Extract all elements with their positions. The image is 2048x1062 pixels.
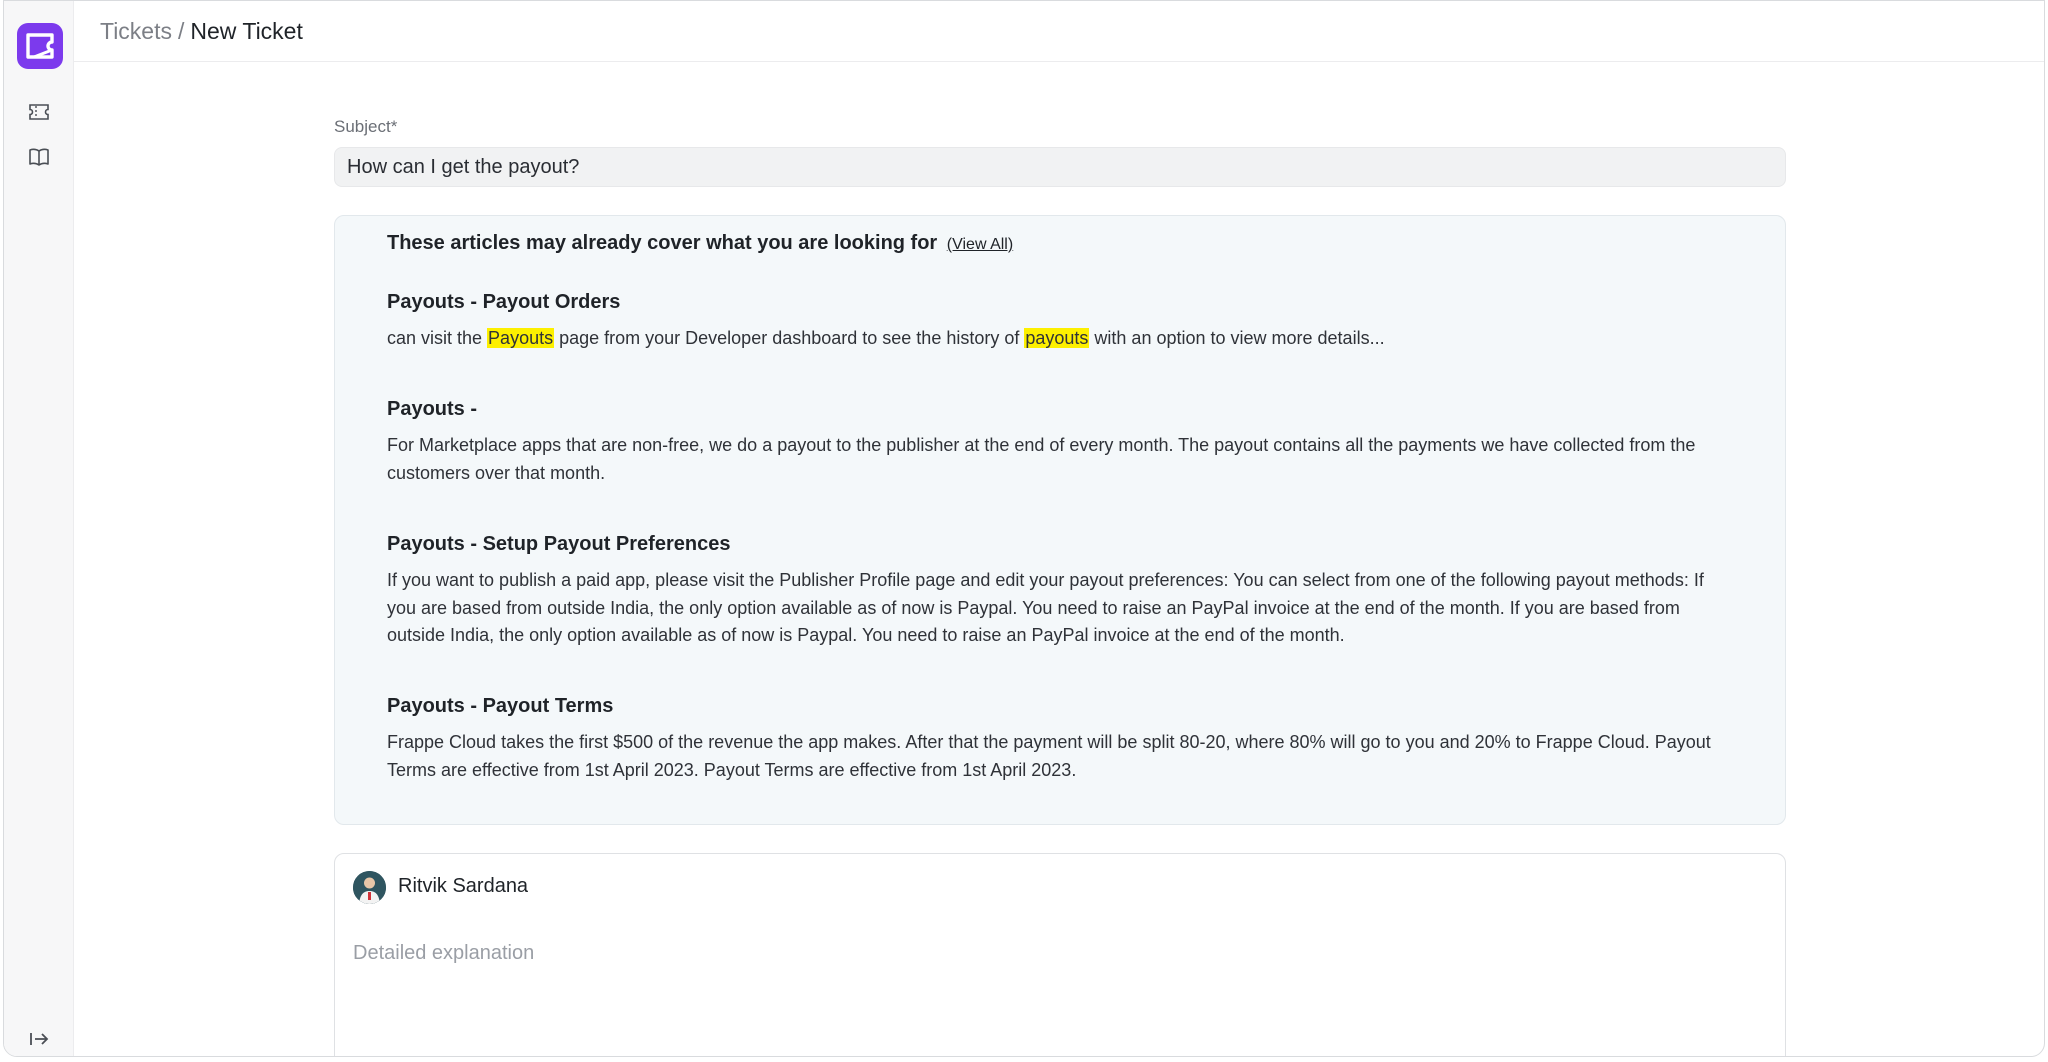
description-placeholder[interactable]: Detailed explanation — [353, 942, 534, 965]
search-highlight: Payouts — [487, 328, 555, 348]
book-open-icon[interactable] — [26, 144, 52, 170]
breadcrumb-separator: / — [178, 18, 185, 44]
avatar — [353, 871, 386, 904]
suggested-articles-heading-text: These articles may already cover what yo… — [387, 232, 938, 254]
breadcrumb: Tickets / New Ticket — [100, 17, 303, 45]
view-all-link[interactable]: (View All) — [947, 236, 1013, 253]
article-excerpt: Frappe Cloud takes the first $500 of the… — [387, 732, 1711, 780]
suggested-articles-heading: These articles may already cover what yo… — [387, 232, 1013, 255]
description-editor[interactable]: Ritvik Sardana Detailed explanation — [334, 853, 1786, 1056]
app-window: Tickets/New Ticket Subject* These articl… — [3, 0, 2045, 1057]
suggested-articles-panel: These articles may already cover what yo… — [334, 215, 1786, 825]
subject-input[interactable] — [334, 147, 1786, 187]
article-title[interactable]: Payouts - Payout Terms — [387, 693, 1727, 719]
excerpt-text: with an option to view more details... — [1089, 328, 1385, 348]
helpdesk-logo-icon[interactable] — [17, 23, 63, 69]
article-title[interactable]: Payouts - Setup Payout Preferences — [387, 531, 1727, 557]
excerpt-text: page from your Developer dashboard to se… — [554, 328, 1025, 348]
excerpt-text: can visit the — [387, 328, 488, 348]
article-excerpt: If you want to publish a paid app, pleas… — [387, 570, 1704, 645]
article-item[interactable]: Payouts - Payout Terms Frappe Cloud take… — [387, 693, 1727, 784]
article-title[interactable]: Payouts - — [387, 396, 1727, 422]
top-bar: Tickets / New Ticket — [74, 1, 2044, 62]
article-title[interactable]: Payouts - Payout Orders — [387, 289, 1727, 315]
subject-label: Subject* — [334, 117, 398, 136]
collapse-sidebar-icon[interactable] — [26, 1026, 52, 1052]
page-title: New Ticket — [190, 18, 303, 44]
article-excerpt: can visit the Payouts page from your Dev… — [387, 325, 1727, 353]
sidebar — [4, 1, 74, 1056]
article-item[interactable]: Payouts - Setup Payout Preferences If yo… — [387, 531, 1727, 650]
article-item[interactable]: Payouts - Payout Orders can visit the Pa… — [387, 289, 1727, 353]
search-highlight: payouts — [1024, 328, 1090, 348]
article-excerpt: For Marketplace apps that are non-free, … — [387, 435, 1696, 483]
ticket-icon[interactable] — [26, 99, 52, 125]
article-item[interactable]: Payouts - For Marketplace apps that are … — [387, 396, 1727, 487]
author-name: Ritvik Sardana — [398, 875, 529, 897]
breadcrumb-tickets-link[interactable]: Tickets — [100, 18, 172, 44]
